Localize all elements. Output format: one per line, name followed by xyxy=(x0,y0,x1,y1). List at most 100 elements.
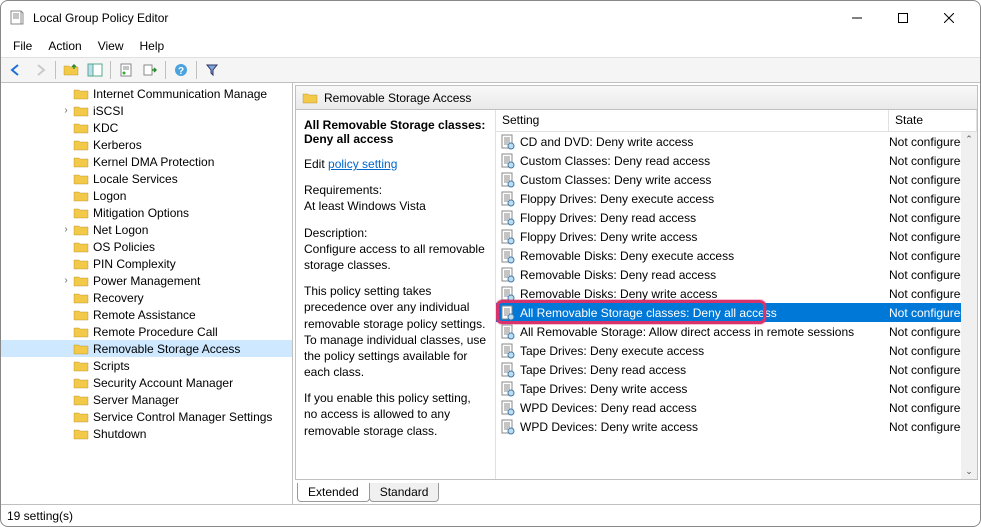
list-scrollbar[interactable]: ⌃ ⌄ xyxy=(961,132,977,479)
expand-icon[interactable]: › xyxy=(59,105,73,116)
tree-item[interactable]: Kernel DMA Protection xyxy=(1,153,292,170)
export-button[interactable] xyxy=(139,59,161,81)
expand-icon[interactable]: › xyxy=(59,275,73,286)
folder-icon xyxy=(73,325,89,339)
minimize-button[interactable] xyxy=(834,3,880,33)
properties-button[interactable] xyxy=(115,59,137,81)
setting-row[interactable]: Removable Disks: Deny read accessNot con… xyxy=(496,265,977,284)
tree-pane[interactable]: Internet Communication Manage›iSCSI KDC Ke… xyxy=(1,83,293,504)
tree-item[interactable]: Server Manager xyxy=(1,391,292,408)
tree-item[interactable]: Remote Assistance xyxy=(1,306,292,323)
setting-row[interactable]: Removable Disks: Deny write accessNot co… xyxy=(496,284,977,303)
scroll-down-icon[interactable]: ⌄ xyxy=(965,466,973,477)
setting-row[interactable]: Floppy Drives: Deny read accessNot confi… xyxy=(496,208,977,227)
tree-item-label: KDC xyxy=(89,121,118,135)
close-button[interactable] xyxy=(926,3,972,33)
setting-name: Tape Drives: Deny execute access xyxy=(520,344,889,358)
setting-name: WPD Devices: Deny write access xyxy=(520,420,889,434)
setting-name: Floppy Drives: Deny execute access xyxy=(520,192,889,206)
description-pane: All Removable Storage classes: Deny all … xyxy=(296,110,496,479)
setting-row[interactable]: Tape Drives: Deny execute accessNot conf… xyxy=(496,341,977,360)
requirements-text: At least Windows Vista xyxy=(304,199,426,213)
tree-item-label: Internet Communication Manage xyxy=(89,87,267,101)
tree-item[interactable]: Mitigation Options xyxy=(1,204,292,221)
tree-item[interactable]: Remote Procedure Call xyxy=(1,323,292,340)
details-pane: Removable Storage Access All Removable S… xyxy=(293,83,980,504)
setting-row[interactable]: CD and DVD: Deny write accessNot configu… xyxy=(496,132,977,151)
menu-file[interactable]: File xyxy=(5,37,40,55)
setting-row[interactable]: Custom Classes: Deny write accessNot con… xyxy=(496,170,977,189)
toolbar-separator xyxy=(110,61,111,79)
menu-help[interactable]: Help xyxy=(132,37,173,55)
tree-item[interactable]: Shutdown xyxy=(1,425,292,442)
up-button[interactable] xyxy=(60,59,82,81)
setting-row[interactable]: Removable Disks: Deny execute accessNot … xyxy=(496,246,977,265)
tree-item[interactable]: ›Power Management xyxy=(1,272,292,289)
tree-item[interactable]: Security Account Manager xyxy=(1,374,292,391)
tree-item-label: Mitigation Options xyxy=(89,206,189,220)
back-button[interactable] xyxy=(5,59,27,81)
tree-item[interactable]: Logon xyxy=(1,187,292,204)
col-state[interactable]: State xyxy=(889,110,977,131)
col-setting[interactable]: Setting xyxy=(496,110,889,131)
setting-row[interactable]: Tape Drives: Deny read accessNot configu… xyxy=(496,360,977,379)
tree-item-label: Net Logon xyxy=(89,223,148,237)
setting-name: Floppy Drives: Deny read access xyxy=(520,211,889,225)
tree-item[interactable]: › Net Logon xyxy=(1,221,292,238)
setting-row[interactable]: Custom Classes: Deny read accessNot conf… xyxy=(496,151,977,170)
help-button[interactable]: ? xyxy=(170,59,192,81)
menu-action[interactable]: Action xyxy=(40,37,89,55)
setting-row[interactable]: Tape Drives: Deny write accessNot config… xyxy=(496,379,977,398)
scroll-up-icon[interactable]: ⌃ xyxy=(965,134,973,145)
policy-icon xyxy=(500,400,516,416)
setting-name: WPD Devices: Deny read access xyxy=(520,401,889,415)
setting-row[interactable]: Floppy Drives: Deny write accessNot conf… xyxy=(496,227,977,246)
tree-item[interactable]: Kerberos xyxy=(1,136,292,153)
setting-name: All Removable Storage classes: Deny all … xyxy=(520,306,889,320)
setting-row[interactable]: Floppy Drives: Deny execute accessNot co… xyxy=(496,189,977,208)
menubar: File Action View Help xyxy=(1,35,980,57)
svg-text:?: ? xyxy=(178,66,184,77)
tree-item-label: Removable Storage Access xyxy=(89,342,240,356)
setting-row[interactable]: WPD Devices: Deny write accessNot config… xyxy=(496,417,977,436)
tree-item[interactable]: Scripts xyxy=(1,357,292,374)
maximize-button[interactable] xyxy=(880,3,926,33)
tree-item[interactable]: KDC xyxy=(1,119,292,136)
tree-item-label: Server Manager xyxy=(89,393,179,407)
tab-extended[interactable]: Extended xyxy=(297,483,370,502)
setting-row[interactable]: All Removable Storage classes: Deny all … xyxy=(496,303,977,322)
setting-name: Tape Drives: Deny write access xyxy=(520,382,889,396)
setting-row[interactable]: All Removable Storage: Allow direct acce… xyxy=(496,322,977,341)
tree-item[interactable]: Locale Services xyxy=(1,170,292,187)
setting-name: Removable Disks: Deny write access xyxy=(520,287,889,301)
tree-item[interactable]: Recovery xyxy=(1,289,292,306)
tree-item-label: Kernel DMA Protection xyxy=(89,155,214,169)
filter-button[interactable] xyxy=(201,59,223,81)
setting-name: CD and DVD: Deny write access xyxy=(520,135,889,149)
folder-icon xyxy=(73,427,89,441)
setting-name: Custom Classes: Deny write access xyxy=(520,173,889,187)
expand-icon[interactable]: › xyxy=(59,224,73,235)
tab-standard[interactable]: Standard xyxy=(369,483,440,502)
show-hide-tree-button[interactable] xyxy=(84,59,106,81)
policy-icon xyxy=(500,210,516,226)
policy-icon xyxy=(500,343,516,359)
tree-item[interactable]: Service Control Manager Settings xyxy=(1,408,292,425)
folder-icon xyxy=(302,91,318,105)
toolbar-separator xyxy=(55,61,56,79)
edit-policy-link[interactable]: policy setting xyxy=(328,157,397,171)
menu-view[interactable]: View xyxy=(90,37,132,55)
tree-item[interactable]: OS Policies xyxy=(1,238,292,255)
tree-item[interactable]: ›iSCSI xyxy=(1,102,292,119)
setting-row[interactable]: WPD Devices: Deny read accessNot configu… xyxy=(496,398,977,417)
forward-button[interactable] xyxy=(29,59,51,81)
setting-name: Tape Drives: Deny read access xyxy=(520,363,889,377)
status-text: 19 setting(s) xyxy=(7,509,73,523)
list-rows[interactable]: CD and DVD: Deny write accessNot configu… xyxy=(496,132,977,479)
policy-icon xyxy=(500,286,516,302)
tree-item[interactable]: Removable Storage Access xyxy=(1,340,292,357)
tree-item[interactable]: PIN Complexity xyxy=(1,255,292,272)
tree-item-label: Kerberos xyxy=(89,138,142,152)
setting-name: Removable Disks: Deny read access xyxy=(520,268,889,282)
tree-item[interactable]: Internet Communication Manage xyxy=(1,85,292,102)
